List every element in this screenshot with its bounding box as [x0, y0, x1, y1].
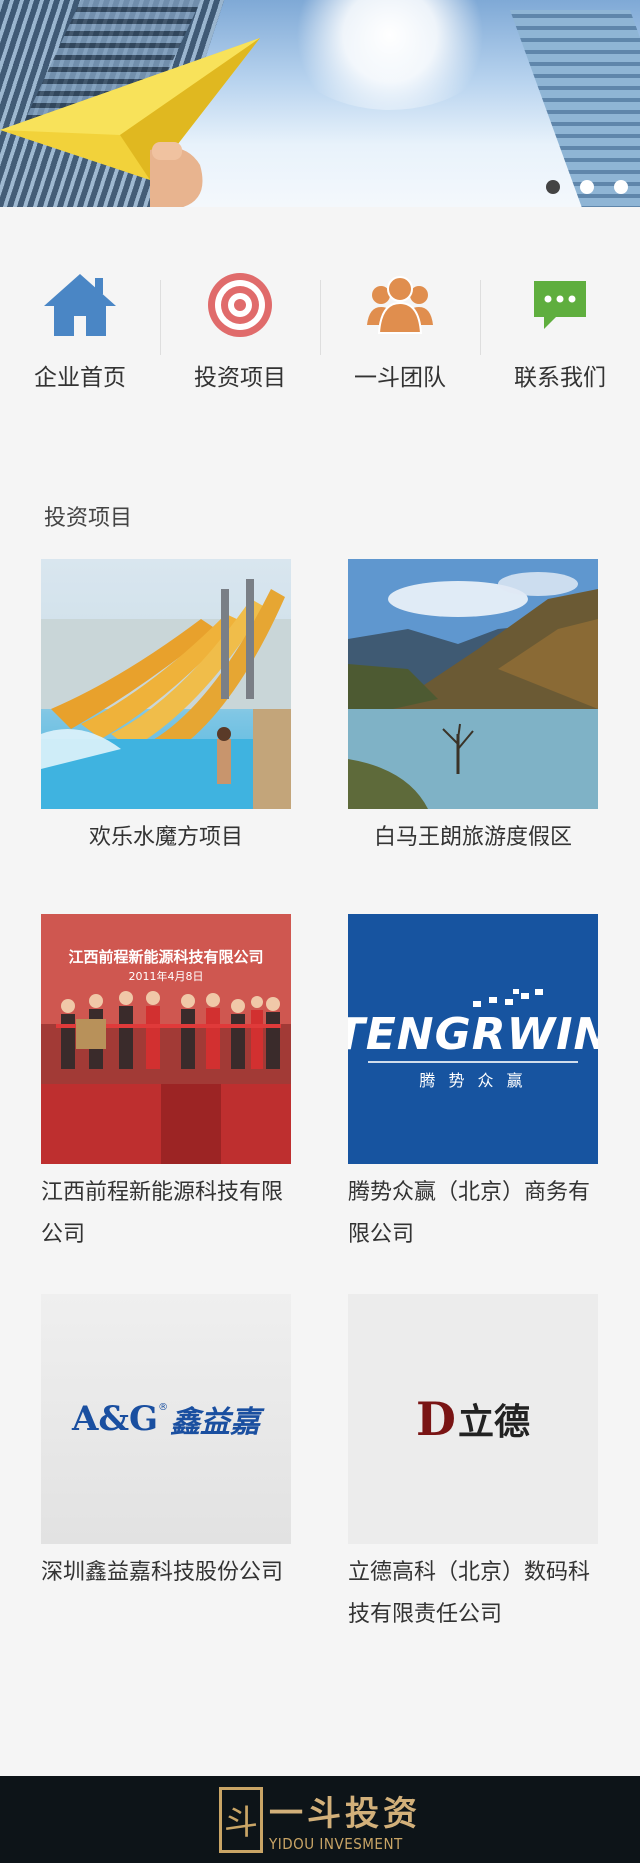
nav-team-label: 一斗团队 [354, 365, 446, 391]
ag-logo-cn: 鑫益嘉 [170, 1405, 261, 1440]
ag-logo-text: A&G [71, 1399, 159, 1439]
footer: 斗 一斗投资 YIDOU INVESMENT [0, 1776, 640, 1863]
project-image-water-park [41, 559, 291, 809]
nav-home-label: 企业首页 [34, 365, 126, 391]
nav-contact[interactable]: 联系我们 [480, 270, 640, 410]
nav-contact-label: 联系我们 [514, 365, 606, 391]
project-name: 江西前程新能源科技有限公司 [41, 1180, 284, 1247]
slide-dot-3[interactable] [614, 180, 628, 194]
project-card-lake[interactable]: 白马王朗旅游度假区 [348, 559, 598, 859]
project-image-ribbon-ceremony: 江西前程新能源科技有限公司 2011年4月8日 [41, 914, 291, 1164]
paper-plane-hand-image [0, 38, 260, 207]
sun-glow [280, 0, 500, 110]
registered-mark: ® [158, 1402, 169, 1413]
nav-projects-label: 投资项目 [194, 365, 286, 391]
slide-dot-2[interactable] [580, 180, 594, 194]
project-image-mountain-lake [348, 559, 598, 809]
lide-logo-text: 立德 [457, 1402, 530, 1443]
home-icon [40, 270, 120, 340]
project-name: 腾势众赢（北京）商务有限公司 [348, 1180, 591, 1247]
main-nav: 企业首页 投资项目 一斗团队 联系我们 [0, 270, 640, 410]
slide-indicator [546, 180, 628, 194]
ceremony-banner-date: 2011年4月8日 [128, 970, 204, 983]
logo-en-text: YIDOU INVESMENT [269, 1835, 403, 1853]
yidou-logo[interactable]: 一斗投资 YIDOU INVESMENT [269, 1786, 421, 1853]
nav-home[interactable]: 企业首页 [0, 270, 160, 410]
ceremony-banner-text: 江西前程新能源科技有限公司 [68, 948, 264, 966]
hero-banner[interactable] [0, 0, 640, 207]
project-name: 欢乐水魔方项目 [88, 825, 243, 850]
slide-dot-1[interactable] [546, 180, 560, 194]
project-image-lide-logo: D 立德 [348, 1294, 598, 1544]
project-card-ag[interactable]: A&G ® 鑫益嘉 深圳鑫益嘉科技股份公司 [41, 1294, 291, 1594]
chat-icon [530, 270, 590, 340]
nav-projects[interactable]: 投资项目 [160, 270, 320, 410]
tengerwin-dots [473, 989, 543, 1007]
project-name: 白马王朗旅游度假区 [373, 825, 572, 850]
logo-cn-text: 一斗投资 [269, 1794, 421, 1834]
lide-logo-mark: D [416, 1392, 456, 1446]
project-image-ag-logo: A&G ® 鑫益嘉 [41, 1294, 291, 1544]
nav-team[interactable]: 一斗团队 [320, 270, 480, 410]
tengerwin-logo-text: TENGRWIN [348, 1009, 598, 1060]
project-name: 深圳鑫益嘉科技股份公司 [41, 1560, 284, 1585]
project-image-tengerwin-logo: TENGRWIN 腾 势 众 赢 [348, 914, 598, 1164]
project-card-water[interactable]: 欢乐水魔方项目 [41, 559, 291, 859]
section-title: 投资项目 [44, 506, 133, 531]
project-card-lide[interactable]: D 立德 立德高科（北京）数码科技有限责任公司 [348, 1294, 598, 1636]
team-icon [365, 270, 435, 340]
project-name: 立德高科（北京）数码科技有限责任公司 [348, 1560, 591, 1627]
building-right [509, 10, 640, 207]
tengerwin-logo-sub: 腾 势 众 赢 [419, 1071, 527, 1090]
project-card-tengshi[interactable]: TENGRWIN 腾 势 众 赢 腾势众赢（北京）商务有限公司 [348, 914, 598, 1256]
target-icon [205, 270, 275, 340]
yidou-logo-mark: 斗 [219, 1786, 263, 1853]
project-card-jiangxi[interactable]: 江西前程新能源科技有限公司 2011年4月8日 江西前程新能源科技有限公司 [41, 914, 291, 1256]
